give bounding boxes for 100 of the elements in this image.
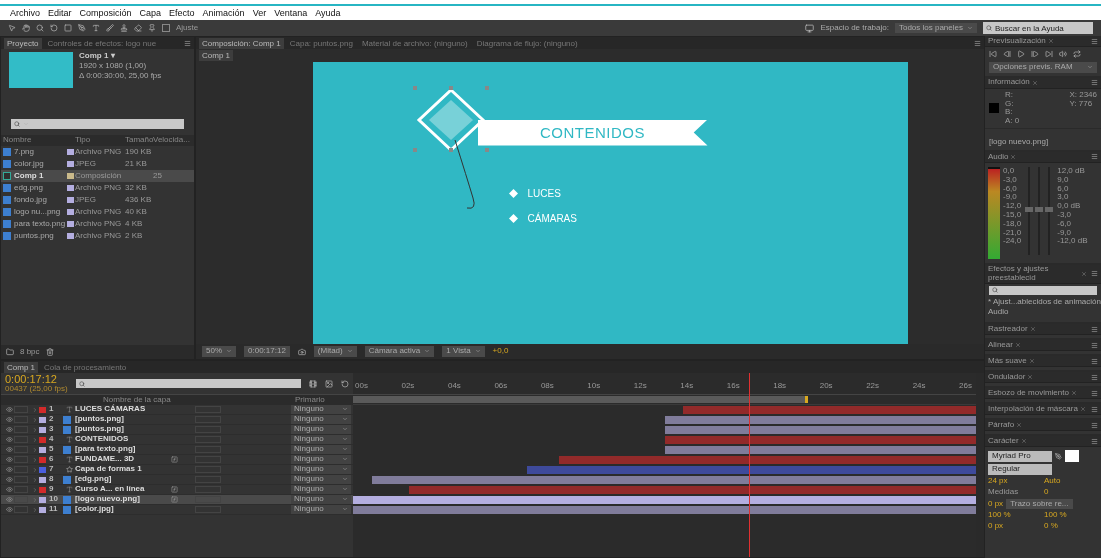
parent-dropdown[interactable]: Ninguno xyxy=(291,405,351,414)
panel-title[interactable]: Información xyxy=(988,78,1030,88)
panel-tab[interactable]: Controles de efectos: logo nue xyxy=(44,37,160,49)
tsume-value[interactable]: 0 % xyxy=(1044,522,1098,531)
layer-row[interactable]: 11 [color.jpg] Ninguno xyxy=(1,505,353,515)
column-header[interactable]: Velocida... xyxy=(153,136,192,145)
parent-dropdown[interactable]: Ninguno xyxy=(291,485,351,494)
menu-item[interactable]: Capa xyxy=(139,8,162,18)
project-item[interactable]: edg.png Archivo PNG 32 KB xyxy=(1,182,194,194)
column-header[interactable]: Tipo xyxy=(75,136,125,145)
panel-title[interactable]: Audio xyxy=(988,152,1009,162)
parent-dropdown[interactable]: Ninguno xyxy=(291,465,351,474)
panel-tab[interactable]: Proyecto xyxy=(4,37,42,49)
layer-row[interactable]: 5 [para texto.png] Ninguno xyxy=(1,445,353,455)
tree-item[interactable]: Audio xyxy=(985,307,1101,319)
layer-number: 2 xyxy=(49,415,55,424)
camera-dropdown[interactable]: Cámara activa xyxy=(364,346,435,357)
parent-dropdown[interactable]: Ninguno xyxy=(291,435,351,444)
panel-tab[interactable]: Diagrama de flujo: (ninguno) xyxy=(473,37,581,49)
panel-title[interactable]: Previsualización xyxy=(988,36,1046,46)
ruler-label: 22s xyxy=(866,382,880,391)
exposure-value[interactable]: +0,0 xyxy=(492,347,509,356)
size-value[interactable]: 24 px xyxy=(988,476,1042,486)
vertical-scale-value[interactable]: 100 % xyxy=(988,511,1042,521)
menu-item[interactable]: Editar xyxy=(48,8,72,18)
audio-scale-label: 9,0 xyxy=(1057,175,1070,185)
parent-dropdown[interactable]: Ninguno xyxy=(291,455,351,464)
horizontal-scale-value[interactable]: 100 % xyxy=(1044,511,1098,521)
project-item[interactable]: fondo.jpg JPEG 436 KB xyxy=(1,194,194,206)
stroke-type-dropdown[interactable]: Trazo sobre re... xyxy=(1006,498,1073,510)
project-item[interactable]: puntos.png Archivo PNG 2 KB xyxy=(1,230,194,242)
leading-value[interactable]: Auto xyxy=(1044,476,1098,486)
column-header[interactable]: Primario xyxy=(295,395,355,405)
layer-row[interactable]: 3 [puntos.png] Ninguno xyxy=(1,425,353,435)
panel-title[interactable]: Párrafo xyxy=(988,420,1015,430)
layer-row[interactable]: 7 Capa de formas 1 Ninguno xyxy=(1,465,353,475)
menu-item[interactable]: Archivo xyxy=(10,8,40,18)
panel-tab[interactable]: Comp 1 xyxy=(4,361,38,373)
parent-dropdown[interactable]: Ninguno xyxy=(291,425,351,434)
project-item[interactable]: 7.png Archivo PNG 190 KB xyxy=(1,146,194,158)
parent-dropdown[interactable]: Ninguno xyxy=(291,505,351,514)
panel-tab[interactable]: Composición: Comp 1 xyxy=(199,37,284,49)
kerning-value[interactable]: Medidas xyxy=(988,487,1042,497)
views-dropdown[interactable]: 1 Vista xyxy=(442,346,485,357)
layer-row[interactable]: 2 [puntos.png] Ninguno xyxy=(1,415,353,425)
layer-row[interactable]: 6 FUNDAME... 3D Ninguno xyxy=(1,455,353,465)
zoom-dropdown[interactable]: 50% xyxy=(202,346,236,357)
panel-title[interactable]: Efectos y ajustes preestablecid xyxy=(988,265,1079,283)
parent-dropdown[interactable]: Ninguno xyxy=(291,445,351,454)
ram-preview-dropdown[interactable]: Opciones previs. RAM xyxy=(989,62,1097,73)
menu-item[interactable]: Ventana xyxy=(274,8,308,18)
stroke-width-value[interactable]: 0 px xyxy=(988,499,1004,509)
composition-tab[interactable]: Comp 1 xyxy=(199,49,233,61)
bullet-text: CÁMARAS xyxy=(527,212,577,224)
font-style-dropdown[interactable]: Regular xyxy=(988,464,1052,475)
item-size: 40 KB xyxy=(125,207,148,217)
panel-title[interactable]: Alinear xyxy=(988,340,1013,350)
parent-dropdown[interactable]: Ninguno xyxy=(291,475,351,484)
menu-item[interactable]: Efecto xyxy=(169,8,195,18)
parent-dropdown[interactable]: Ninguno xyxy=(291,495,351,504)
layer-row[interactable]: 1 LUCES CÁMARAS Ninguno xyxy=(1,405,353,415)
item-type: JPEG xyxy=(75,159,97,169)
menu-item[interactable]: Animación xyxy=(202,8,245,18)
item-name: fondo.jpg xyxy=(14,195,47,205)
ruler-label: 06s xyxy=(494,382,508,391)
column-header[interactable]: Tamaño xyxy=(125,136,153,145)
menu-item[interactable]: Ver xyxy=(252,8,267,18)
project-item[interactable]: logo nu...png Archivo PNG 40 KB xyxy=(1,206,194,218)
item-size: 190 KB xyxy=(125,147,153,157)
title-banner: CONTENIDOS xyxy=(477,119,708,146)
checkbox-label: Ajuste xyxy=(176,23,199,33)
current-time-field[interactable]: 0:00:17:12 xyxy=(244,346,290,357)
layer-row[interactable]: 10 [logo nuevo.png] Ninguno xyxy=(1,495,353,505)
item-name: Comp 1 xyxy=(14,171,44,181)
workspace-dropdown[interactable]: Todos los paneles xyxy=(894,22,977,34)
panel-tab[interactable]: Cola de procesamiento xyxy=(41,361,130,373)
menu-item[interactable]: Composición xyxy=(79,8,132,18)
item-name: color.jpg xyxy=(14,159,44,169)
parent-dropdown[interactable]: Ninguno xyxy=(291,415,351,424)
baseline-shift-value[interactable]: 0 px xyxy=(988,522,1042,531)
resolution-dropdown[interactable]: (Mitad) xyxy=(313,346,357,357)
help-search-field[interactable]: Buscar en la Ayuda xyxy=(983,22,1093,34)
ruler-label: 10s xyxy=(587,382,601,391)
menu-item[interactable]: Ayuda xyxy=(315,8,341,18)
project-item[interactable]: color.jpg JPEG 21 KB xyxy=(1,158,194,170)
column-header[interactable]: Nombre xyxy=(3,136,67,145)
current-time[interactable]: 0:00:17:12 xyxy=(5,373,68,386)
font-dropdown[interactable]: Myriad Pro xyxy=(988,450,1052,462)
panel-title[interactable]: Carácter xyxy=(988,436,1019,446)
layer-row[interactable]: 8 [edg.png] Ninguno xyxy=(1,475,353,485)
layer-name: [logo nuevo.png] xyxy=(75,495,141,504)
panel-tab[interactable]: Material de archivo: (ninguno) xyxy=(358,37,471,49)
tree-item[interactable]: * Ajust...ablecidos de animación xyxy=(985,296,1101,308)
project-item[interactable]: para texto.png Archivo PNG 4 KB xyxy=(1,218,194,230)
item-type: Archivo PNG xyxy=(75,147,123,157)
panel-tab[interactable]: Capa: puntos.png xyxy=(286,37,356,49)
layer-row[interactable]: 4 CONTENIDOS Ninguno xyxy=(1,435,353,445)
project-item[interactable]: Comp 1 Composición 25 xyxy=(1,170,194,182)
tracking-value[interactable]: 0 xyxy=(1044,487,1098,497)
column-header[interactable]: Nombre de la capa xyxy=(103,395,295,405)
